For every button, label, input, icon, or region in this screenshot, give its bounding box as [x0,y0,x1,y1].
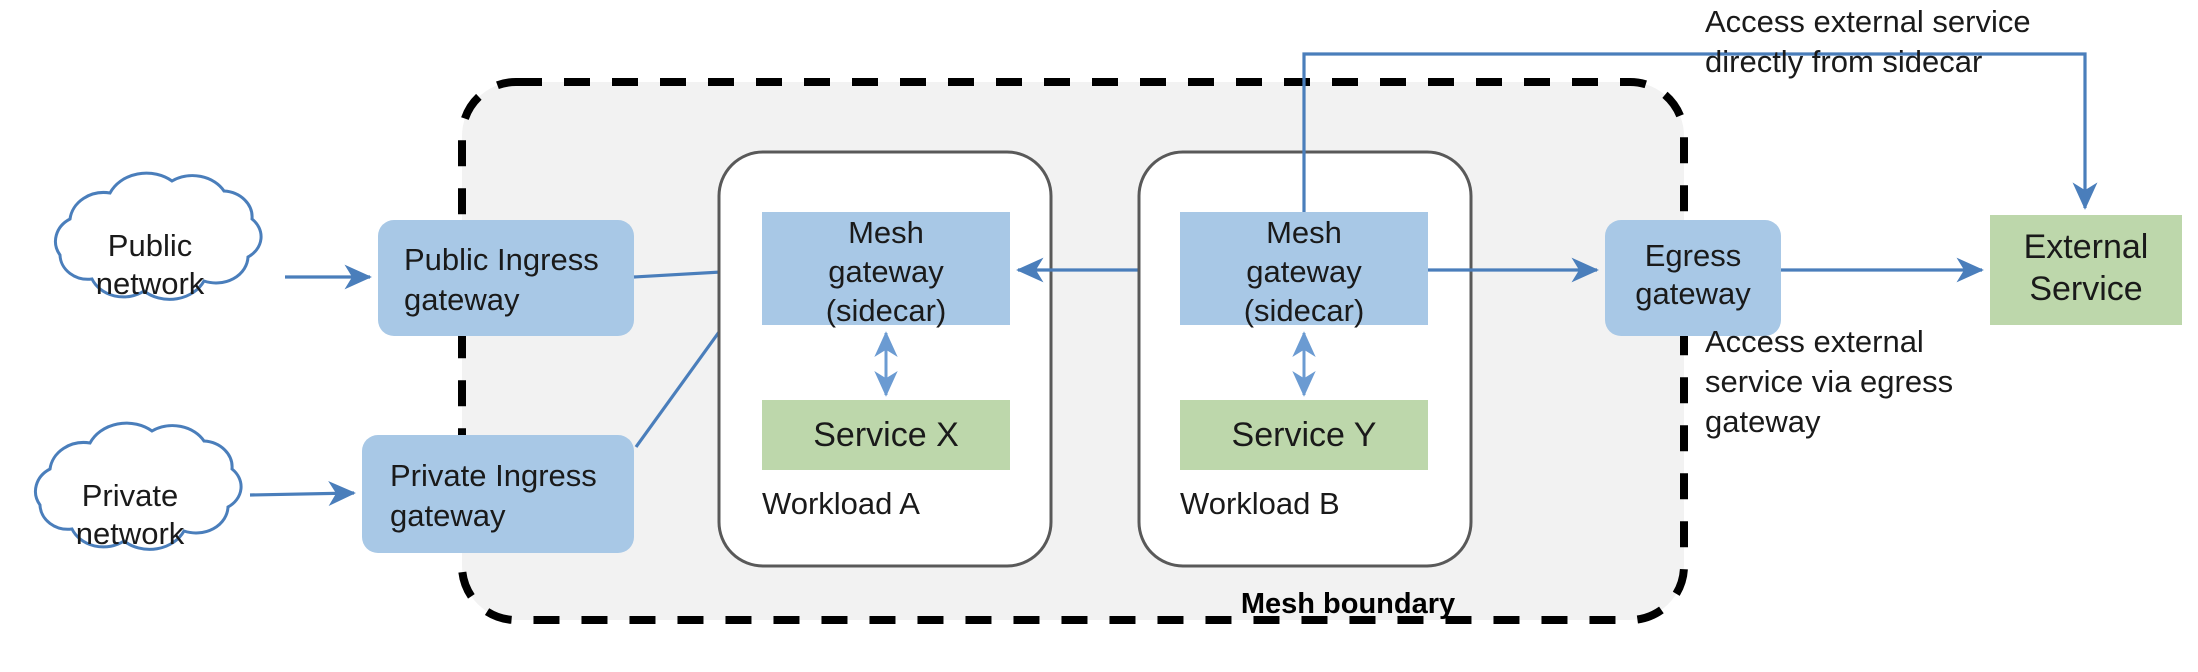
annotation-via-egress-gateway: Access external service via egress gatew… [1705,324,1953,439]
workload-b-label: Workload B [1180,486,1340,521]
workload-b-sidecar-line2: gateway [1246,254,1362,289]
diagram-canvas: Mesh boundary Public network Private net… [33,4,2182,624]
workload-b-sidecar-line3: (sidecar) [1244,293,1365,328]
node-egress-gateway[interactable]: Egress gateway [1605,220,1781,336]
node-external-service[interactable]: External Service [1990,215,2182,325]
annotation-direct-line1: Access external service [1705,4,2031,39]
node-private-ingress-gateway[interactable]: Private Ingress gateway [362,435,634,553]
public-ingress-gateway-box[interactable] [378,220,634,336]
public-ingress-gateway-line2: gateway [404,282,520,317]
workload-a-sidecar-line2: gateway [828,254,944,289]
node-public-ingress-gateway[interactable]: Public Ingress gateway [378,220,634,336]
public-network-label-line2: network [96,266,205,301]
annotation-direct-line2: directly from sidecar [1705,44,1982,79]
egress-gateway-line2: gateway [1635,276,1751,311]
private-network-label-line2: network [76,516,185,551]
annotation-egress-line2: service via egress [1705,364,1953,399]
workload-a-service-label: Service X [813,416,959,454]
private-ingress-gateway-line2: gateway [390,498,506,533]
private-ingress-gateway-line1: Private Ingress [390,458,597,493]
public-ingress-gateway-line1: Public Ingress [404,242,599,277]
node-workload-b: Mesh gateway (sidecar) Service Y Workloa… [1137,150,1473,568]
egress-gateway-line1: Egress [1645,238,1741,273]
workload-b-sidecar-line1: Mesh [1266,215,1342,250]
workload-a-sidecar-line1: Mesh [848,215,924,250]
external-service-line2: Service [2029,270,2142,308]
mesh-boundary: Mesh boundary [458,78,1688,624]
private-network-label-line1: Private [82,478,178,513]
arrow-private-network-to-private-ingress [249,481,356,506]
cloud-private-network: Private network [33,421,243,551]
workload-a-sidecar-line3: (sidecar) [826,293,947,328]
private-ingress-gateway-box[interactable] [362,435,634,553]
public-network-label-line1: Public [108,228,192,263]
node-workload-a: Mesh gateway (sidecar) Service X Workloa… [717,150,1053,568]
mesh-boundary-fill [462,82,1684,620]
annotation-egress-line3: gateway [1705,404,1821,439]
workload-a-label: Workload A [762,486,920,521]
cloud-public-network: Public network [53,171,263,301]
annotation-direct-from-sidecar: Access external service directly from si… [1705,4,2031,79]
annotation-egress-line1: Access external [1705,324,1924,359]
service-mesh-diagram: Mesh boundary Public network Private net… [0,0,2198,672]
mesh-boundary-label: Mesh boundary [1241,588,1455,620]
workload-b-service-label: Service Y [1232,416,1377,454]
external-service-line1: External [2024,228,2149,266]
